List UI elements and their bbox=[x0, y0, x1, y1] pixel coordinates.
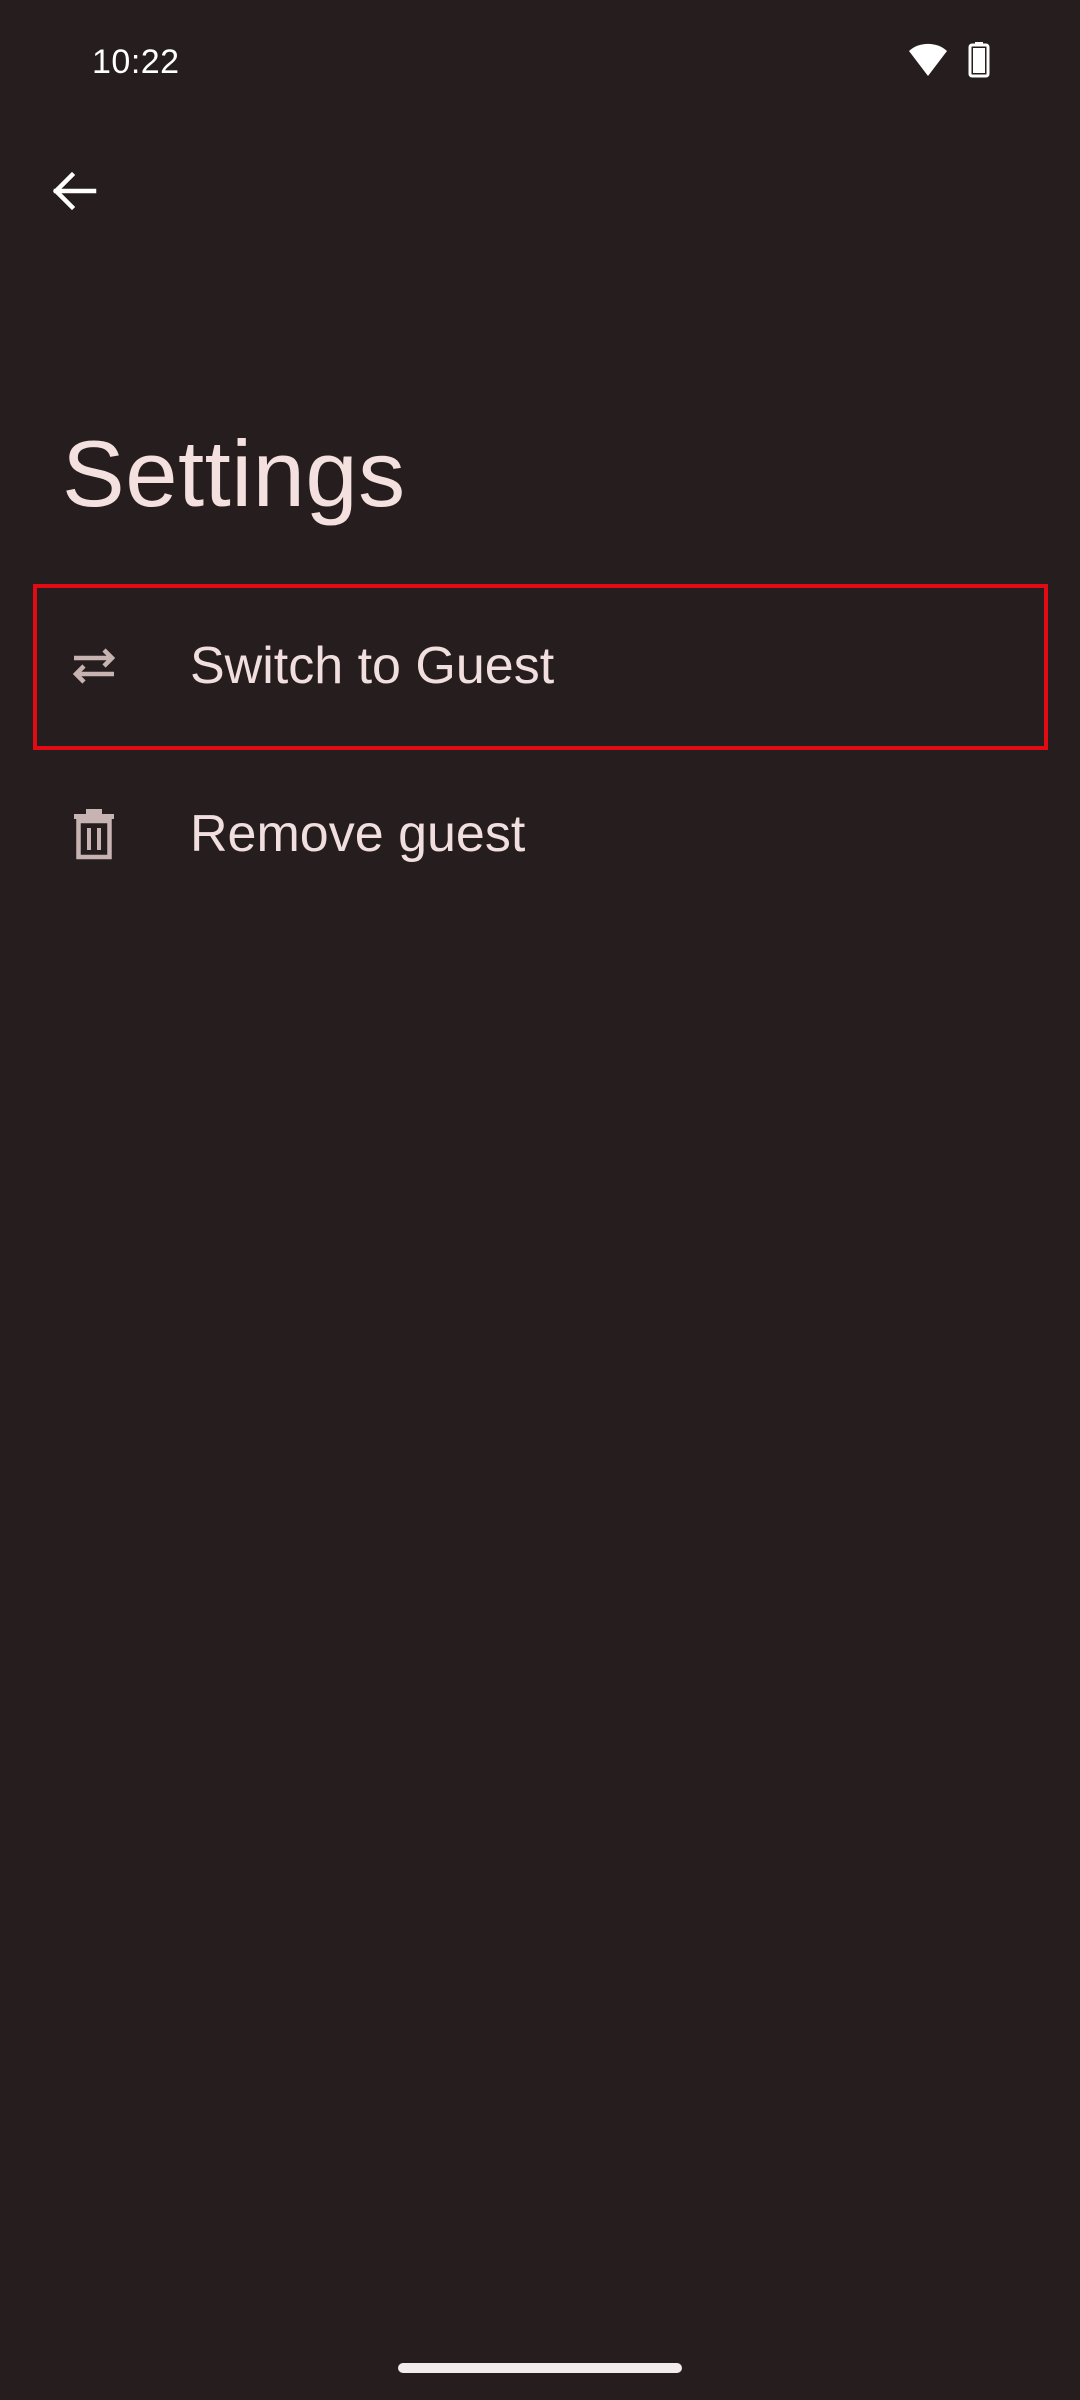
swap-arrows-icon bbox=[64, 636, 124, 696]
arrow-left-icon bbox=[50, 167, 98, 220]
settings-list: Switch to Guest Remove guest bbox=[0, 582, 1080, 918]
page-title: Settings bbox=[62, 421, 406, 526]
status-icons bbox=[908, 40, 990, 84]
navigation-handle[interactable] bbox=[398, 2363, 682, 2373]
remove-guest-label: Remove guest bbox=[190, 805, 526, 863]
switch-to-guest-item[interactable]: Switch to Guest bbox=[0, 582, 1080, 750]
status-bar: 10:22 bbox=[0, 0, 1080, 120]
back-button[interactable] bbox=[36, 155, 112, 231]
wifi-icon bbox=[908, 43, 948, 82]
remove-guest-item[interactable]: Remove guest bbox=[0, 750, 1080, 918]
switch-to-guest-label: Switch to Guest bbox=[190, 637, 555, 695]
status-time: 10:22 bbox=[92, 43, 180, 81]
trash-icon bbox=[64, 804, 124, 864]
battery-icon bbox=[968, 41, 990, 83]
